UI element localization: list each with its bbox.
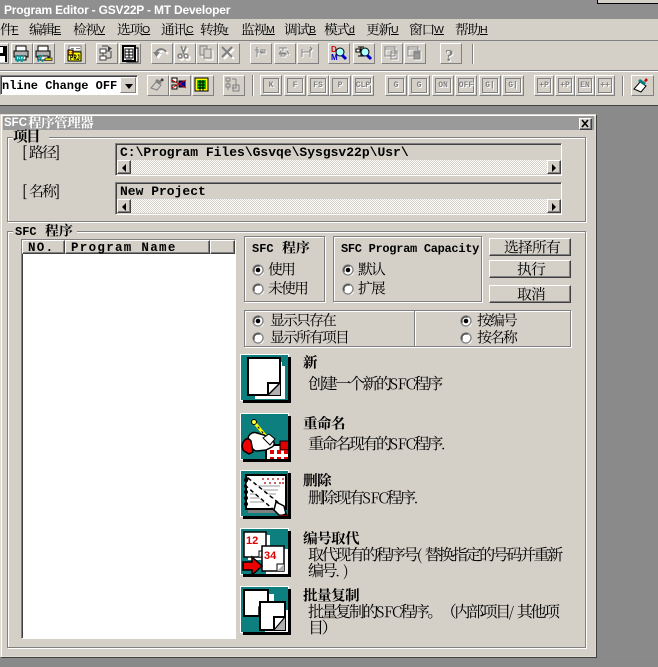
- svg-text:PRJ: PRJ: [70, 54, 80, 63]
- svg-text:?: ?: [445, 46, 454, 64]
- svg-text:W: W: [15, 54, 25, 64]
- svg-text:12: 12: [246, 535, 258, 547]
- svg-text:34: 34: [264, 550, 277, 562]
- svg-text:X: X: [37, 54, 44, 64]
